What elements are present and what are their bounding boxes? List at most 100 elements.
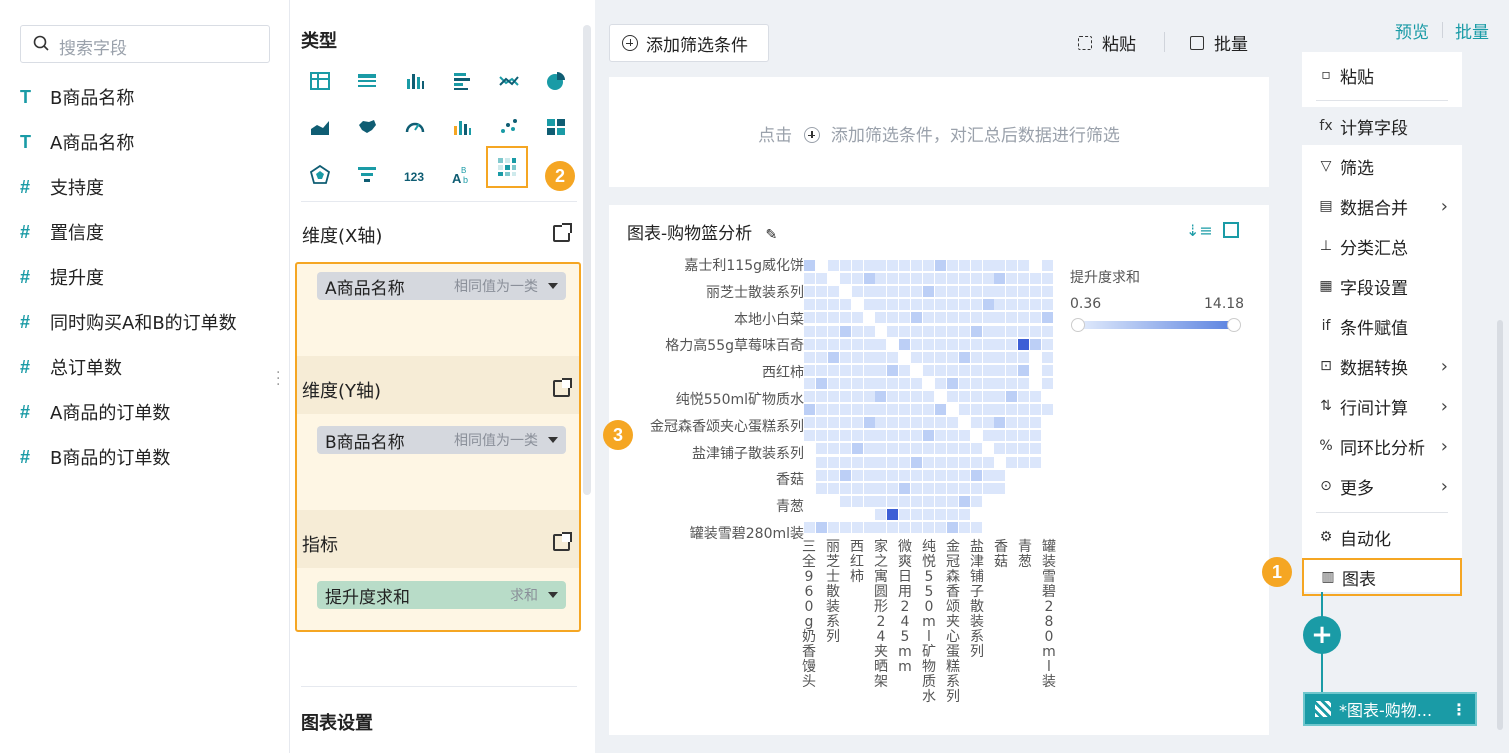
heatmap-cell[interactable]	[946, 377, 958, 389]
heatmap-cell[interactable]	[911, 260, 923, 271]
heatmap-cell[interactable]	[827, 443, 839, 455]
heatmap-cell[interactable]	[1006, 273, 1018, 285]
y-axis-field-pill[interactable]: B商品名称 相同值为一类	[317, 426, 566, 454]
heatmap-cell[interactable]	[851, 430, 863, 442]
heatmap-cell[interactable]	[839, 417, 851, 429]
heatmap-cell[interactable]	[946, 364, 958, 376]
heatmap-cell[interactable]	[875, 377, 887, 389]
heatmap-cell[interactable]	[934, 469, 946, 481]
expand-icon[interactable]	[1223, 222, 1239, 238]
heatmap-cell[interactable]	[994, 430, 1006, 442]
heatmap-cell[interactable]	[1042, 299, 1053, 311]
heatmap-cell[interactable]	[1030, 391, 1042, 402]
heatmap-cell[interactable]	[863, 430, 875, 442]
heatmap-cell[interactable]	[946, 522, 958, 533]
heatmap-cell[interactable]	[1018, 312, 1030, 324]
heatmap-cell[interactable]	[923, 286, 934, 298]
heatmap-cell[interactable]	[863, 351, 875, 363]
heatmap-cell[interactable]	[946, 417, 958, 429]
heatmap-cell[interactable]	[827, 351, 839, 363]
heatmap-cell[interactable]	[863, 495, 875, 507]
heatmap-cell[interactable]	[863, 338, 875, 350]
map-icon[interactable]	[352, 112, 382, 142]
heatmap-cell[interactable]	[804, 260, 815, 271]
heatmap-cell[interactable]	[887, 469, 899, 481]
filter-area[interactable]: 点击 添加筛选条件，对汇总后数据进行筛选	[609, 77, 1269, 187]
heatmap-cell[interactable]	[1006, 417, 1018, 429]
heatmap-cell[interactable]	[958, 443, 970, 455]
heatmap-cell[interactable]	[911, 443, 923, 455]
heatmap-cell[interactable]	[851, 417, 863, 429]
heatmap-cell[interactable]	[911, 273, 923, 285]
heatmap-cell[interactable]	[804, 299, 815, 311]
heatmap-cell[interactable]	[839, 404, 851, 416]
heatmap-cell[interactable]	[982, 325, 994, 337]
heatmap-cell[interactable]	[1030, 417, 1042, 429]
heatmap-cell[interactable]	[1030, 312, 1042, 324]
heatmap-cell[interactable]	[923, 508, 934, 520]
word-cloud-icon[interactable]: ABb	[447, 160, 477, 190]
heatmap-cell[interactable]	[875, 495, 887, 507]
heatmap-cell[interactable]	[934, 495, 946, 507]
heatmap-cell[interactable]	[934, 456, 946, 468]
heatmap-cell[interactable]	[1042, 364, 1053, 376]
scrollbar[interactable]	[1497, 320, 1503, 730]
heatmap-cell[interactable]	[994, 404, 1006, 416]
heatmap-cell[interactable]	[1018, 286, 1030, 298]
heatmap-cell[interactable]	[934, 522, 946, 533]
heatmap-cell[interactable]	[982, 260, 994, 271]
heatmap-cell[interactable]	[887, 377, 899, 389]
heatmap-cell[interactable]	[839, 325, 851, 337]
heatmap-cell[interactable]	[804, 273, 815, 285]
heatmap-cell[interactable]	[1030, 430, 1042, 442]
heatmap-cell[interactable]	[863, 522, 875, 533]
heatmap-cell[interactable]	[827, 404, 839, 416]
heatmap-cell[interactable]	[911, 391, 923, 402]
heatmap-cell[interactable]	[1018, 443, 1030, 455]
heatmap-cell[interactable]	[851, 338, 863, 350]
heatmap-cell[interactable]	[827, 456, 839, 468]
heatmap-cell[interactable]	[899, 273, 911, 285]
heatmap-cell[interactable]	[827, 260, 839, 271]
heatmap-cell[interactable]	[982, 351, 994, 363]
heatmap-cell[interactable]	[875, 273, 887, 285]
heatmap-cell[interactable]	[1042, 260, 1053, 271]
menu-item[interactable]: % 同环比分析 ›	[1302, 427, 1462, 465]
menu-item[interactable]: ⊥ 分类汇总	[1302, 227, 1462, 265]
heatmap-cell[interactable]	[839, 351, 851, 363]
heatmap-cell[interactable]	[1006, 325, 1018, 337]
heatmap-cell[interactable]	[815, 456, 827, 468]
heatmap-cell[interactable]	[970, 351, 982, 363]
heatmap-cell[interactable]	[923, 430, 934, 442]
add-filter-button[interactable]: 添加筛选条件	[609, 24, 769, 62]
add-step-button[interactable]: +	[1303, 616, 1341, 654]
menu-item[interactable]: ▤ 数据合并 ›	[1302, 187, 1462, 225]
heatmap-cell[interactable]	[863, 404, 875, 416]
heatmap-cell[interactable]	[970, 443, 982, 455]
heatmap-cell[interactable]	[863, 391, 875, 402]
heatmap-cell[interactable]	[970, 377, 982, 389]
heatmap-cell[interactable]	[911, 469, 923, 481]
heatmap-cell[interactable]	[863, 325, 875, 337]
heatmap-cell[interactable]	[899, 391, 911, 402]
heatmap-cell[interactable]	[851, 377, 863, 389]
heatmap-cell[interactable]	[839, 430, 851, 442]
heatmap-cell[interactable]	[1042, 338, 1053, 350]
heatmap-cell[interactable]	[994, 299, 1006, 311]
heatmap-cell[interactable]	[958, 391, 970, 402]
heatmap-cell[interactable]	[887, 482, 899, 494]
heatmap-cell[interactable]	[815, 377, 827, 389]
heatmap-cell[interactable]	[899, 260, 911, 271]
heatmap-cell[interactable]	[815, 391, 827, 402]
heatmap-cell[interactable]	[1006, 391, 1018, 402]
heatmap-cell[interactable]	[982, 482, 994, 494]
heatmap-cell[interactable]	[839, 456, 851, 468]
area-chart-icon[interactable]	[305, 112, 335, 142]
heatmap-cell[interactable]	[994, 469, 1006, 481]
heatmap-cell[interactable]	[815, 312, 827, 324]
heatmap-cell[interactable]	[875, 351, 887, 363]
heatmap-cell[interactable]	[899, 495, 911, 507]
heatmap-cell[interactable]	[839, 469, 851, 481]
heatmap-cell[interactable]	[887, 456, 899, 468]
heatmap-cell[interactable]	[958, 430, 970, 442]
